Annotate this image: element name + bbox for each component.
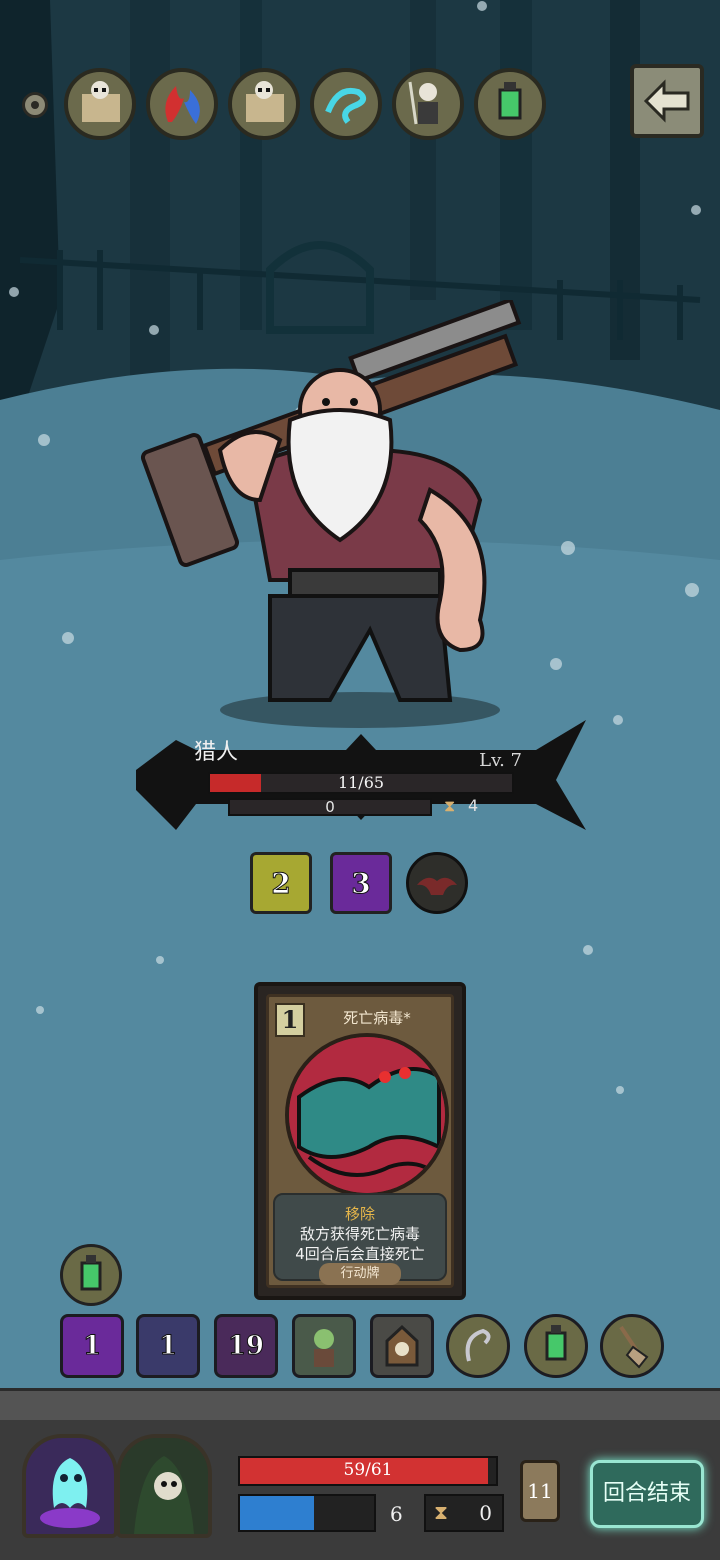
enemy-status-panel: 猎人 Lv. 7 11/65 0 ⧗ 4 — [136, 720, 586, 838]
green-lantern-icon[interactable] — [60, 1244, 122, 1306]
intent-value: 3 — [351, 867, 371, 901]
ghost-portrait[interactable] — [22, 1434, 118, 1538]
green-lantern-icon[interactable] — [474, 68, 546, 140]
relic-indicator-dot — [22, 92, 48, 118]
purple-claw-icon[interactable]: 19 — [214, 1314, 278, 1378]
relic-bar — [18, 64, 618, 144]
player-mana-value: 6 — [390, 1502, 403, 1526]
card-frame: 1 死亡病毒* 移除 敌方获得死亡病毒 4回合后会直接死亡 行动牌 — [266, 994, 454, 1288]
skeleton-reaper-icon[interactable] — [392, 68, 464, 140]
green-lantern-icon[interactable] — [524, 1314, 588, 1378]
enemy-name: 猎人 — [194, 740, 239, 765]
bat-shadow-icon[interactable] — [406, 852, 468, 914]
zombie-icon[interactable] — [292, 1314, 356, 1378]
enemy-hunter-figure[interactable] — [140, 300, 560, 730]
intent-value: 2 — [271, 867, 291, 901]
back-arrow-icon — [643, 79, 690, 123]
player-timer-box: ⧗ 0 — [424, 1494, 504, 1532]
enemy-hp-bar: 11/65 — [208, 772, 514, 794]
player-hp-bar: 59/61 — [238, 1456, 498, 1486]
hourglass-icon: ⧗ — [444, 796, 456, 815]
player-bottom-bar: 59/61 6 ⧗ 0 11 回合结束 — [0, 1420, 720, 1560]
player-hp-text: 59/61 — [343, 1460, 393, 1480]
card-keyword: 移除 — [344, 1205, 375, 1223]
poison-stack-icon[interactable]: 2 — [250, 852, 312, 914]
enemy-hp-text: 11/65 — [337, 773, 385, 792]
enemy-level: Lv. 7 — [479, 750, 522, 771]
card-type: 行动牌 — [319, 1263, 401, 1285]
red-blue-flame-icon[interactable] — [146, 68, 218, 140]
cyan-swirl-icon[interactable] — [310, 68, 382, 140]
shadow-knight-icon[interactable]: 1 — [136, 1314, 200, 1378]
player-mana-fill — [240, 1496, 314, 1530]
death-virus-icon — [285, 1033, 449, 1197]
card-cost: 1 — [275, 1003, 305, 1037]
enemy-timer-value: 4 — [468, 796, 479, 815]
player-timer-value: 0 — [479, 1501, 492, 1525]
buff-value: 19 — [227, 1331, 265, 1362]
enemy-block-bar: 0 — [228, 798, 432, 816]
player-status-row: 1 1 19 — [60, 1314, 680, 1380]
hourglass-icon: ⧗ — [434, 1500, 449, 1524]
card-title: 死亡病毒* — [343, 1009, 411, 1027]
player-mana-bar — [238, 1494, 376, 1532]
buff-value: 1 — [82, 1331, 102, 1362]
deck-pile-button[interactable]: 11 — [520, 1460, 560, 1522]
enemy-block-value: 0 — [325, 798, 335, 816]
back-button[interactable] — [630, 64, 704, 138]
buff-value: 1 — [158, 1331, 178, 1362]
skeleton-scroll-icon[interactable] — [228, 68, 300, 140]
cuckoo-clock-icon[interactable] — [370, 1314, 434, 1378]
card-effect-line-1: 敌方获得死亡病毒 — [299, 1225, 420, 1243]
action-card[interactable]: 1 死亡病毒* 移除 敌方获得死亡病毒 4回合后会直接死亡 行动牌 — [254, 982, 466, 1300]
purple-curse-icon[interactable]: 3 — [330, 852, 392, 914]
skeleton-scroll-icon[interactable] — [64, 68, 136, 140]
ghost-hook-icon[interactable] — [446, 1314, 510, 1378]
shovel-icon[interactable] — [600, 1314, 664, 1378]
purple-eye-icon[interactable]: 1 — [60, 1314, 124, 1378]
card-effect-line-2: 4回合后会直接死亡 — [295, 1245, 425, 1263]
necromancer-portrait[interactable] — [116, 1434, 212, 1538]
end-turn-button[interactable]: 回合结束 — [590, 1460, 704, 1528]
